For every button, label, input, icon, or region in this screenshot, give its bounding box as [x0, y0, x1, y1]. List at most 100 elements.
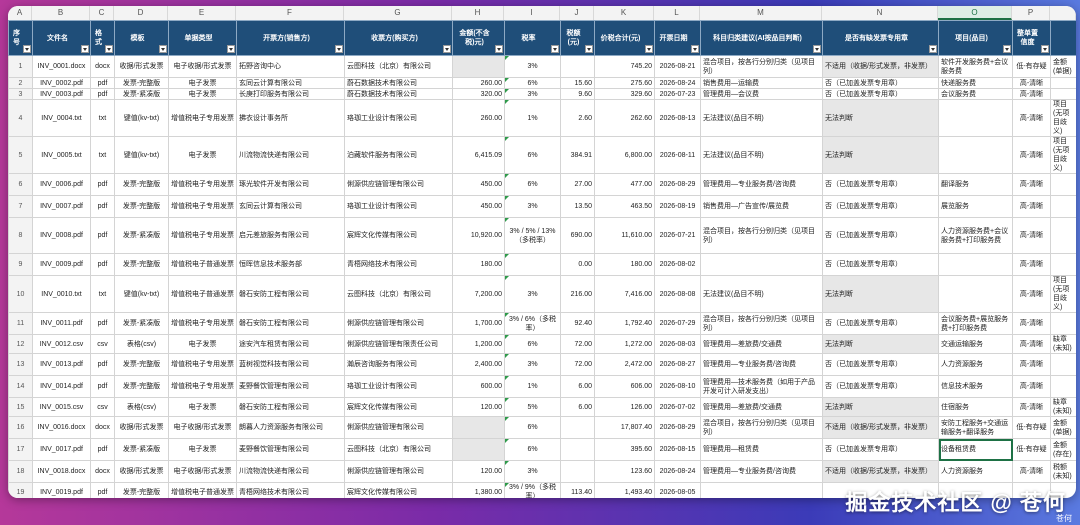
cell-type[interactable]: 增值税电子专用发票	[168, 195, 237, 218]
cell-fmt[interactable]: pdf	[90, 253, 115, 276]
cell-conf[interactable]: 高-清晰	[1012, 77, 1051, 89]
cell-tax[interactable]: 72.00	[560, 334, 595, 354]
cell-amt[interactable]: 180.00	[452, 253, 505, 276]
cell-type[interactable]: 电子收据/形式发票	[168, 416, 237, 439]
cell-file[interactable]: INV_0016.docx	[32, 416, 91, 439]
cell-conf[interactable]: 高-清晰	[1012, 312, 1051, 335]
cell-buyer[interactable]: 青梧网络技术有限公司	[344, 253, 453, 276]
cell-buyer[interactable]: 宸辉文化传媒有限公司	[344, 397, 453, 417]
cell-seller[interactable]: 川流物流快递有限公司	[236, 136, 345, 174]
cell-rate[interactable]: 6%	[504, 136, 561, 174]
cell-file[interactable]: INV_0017.pdf	[32, 438, 91, 461]
cell-fmt[interactable]: docx	[90, 460, 115, 483]
column-letter-K[interactable]: K	[594, 6, 654, 20]
column-letter-I[interactable]: I	[504, 6, 560, 20]
header-cell[interactable]: 税率	[504, 20, 561, 56]
cell-file[interactable]: INV_0014.pdf	[32, 375, 91, 398]
cell-item[interactable]: 人力资源服务费+会议服务费+打印服务费	[938, 217, 1013, 254]
filter-dropdown-icon[interactable]	[691, 45, 699, 53]
cell-amt[interactable]: 120.00	[452, 397, 505, 417]
cell-cat[interactable]: 混合项目，按各行分别归类（见项目列）	[700, 55, 823, 78]
filter-dropdown-icon[interactable]	[23, 45, 31, 53]
cell-extra[interactable]	[1050, 88, 1076, 100]
cell-n[interactable]: 6	[8, 173, 33, 196]
cell-item[interactable]: 人力资源服务	[938, 460, 1013, 483]
cell-total[interactable]: 1,493.40	[594, 482, 655, 498]
cell-rate[interactable]: 6%	[504, 438, 561, 461]
cell-tax[interactable]: 6.00	[560, 375, 595, 398]
cell-conf[interactable]: 高-清晰	[1012, 334, 1051, 354]
header-cell[interactable]: 开票日期	[654, 20, 701, 56]
cell-tpl[interactable]: 表格(csv)	[114, 334, 169, 354]
column-letter-P[interactable]: P	[1012, 6, 1050, 20]
cell-total[interactable]: 1,792.40	[594, 312, 655, 335]
cell-extra[interactable]: 金额(单据)	[1050, 55, 1076, 78]
cell-file[interactable]: INV_0015.csv	[32, 397, 91, 417]
column-letter-O[interactable]: O	[938, 6, 1012, 20]
cell-file[interactable]: INV_0009.pdf	[32, 253, 91, 276]
cell-rate[interactable]: 5%	[504, 397, 561, 417]
cell-total[interactable]: 1,272.00	[594, 334, 655, 354]
cell-seal[interactable]: 否（已加盖发票专用章）	[822, 375, 939, 398]
cell-conf[interactable]: 高-清晰	[1012, 253, 1051, 276]
cell-tpl[interactable]: 收据/形式发票	[114, 55, 169, 78]
cell-tax[interactable]	[560, 460, 595, 483]
cell-buyer[interactable]: 泊藏软件服务有限公司	[344, 136, 453, 174]
cell-buyer[interactable]: 俐源供应链管理有限责任公司	[344, 334, 453, 354]
cell-total[interactable]: 606.00	[594, 375, 655, 398]
cell-cat[interactable]: 管理费用—差旅费/交通费	[700, 334, 823, 354]
cell-extra[interactable]: 金额(单据)	[1050, 416, 1076, 439]
cell-file[interactable]: INV_0005.txt	[32, 136, 91, 174]
cell-total[interactable]: 463.50	[594, 195, 655, 218]
filter-dropdown-icon[interactable]	[105, 45, 113, 53]
cell-cat[interactable]: 混合项目，按各行分别归类（见项目列）	[700, 217, 823, 254]
cell-file[interactable]: INV_0018.docx	[32, 460, 91, 483]
cell-n[interactable]: 7	[8, 195, 33, 218]
cell-amt[interactable]: 320.00	[452, 88, 505, 100]
cell-amt[interactable]: 600.00	[452, 375, 505, 398]
cell-n[interactable]: 10	[8, 275, 33, 313]
cell-total[interactable]: 262.60	[594, 99, 655, 137]
cell-cat[interactable]: 管理费用—会议费	[700, 88, 823, 100]
cell-seller[interactable]: 琢光软件开发有限公司	[236, 173, 345, 196]
cell-buyer[interactable]: 俐源供应链管理有限公司	[344, 173, 453, 196]
cell-buyer[interactable]: 云图科技（北京）有限公司	[344, 438, 453, 461]
cell-tax[interactable]: 72.00	[560, 353, 595, 376]
cell-amt[interactable]: 2,400.00	[452, 353, 505, 376]
cell-n[interactable]: 15	[8, 397, 33, 417]
cell-buyer[interactable]: 宸辉文化传媒有限公司	[344, 217, 453, 254]
cell-seal[interactable]: 否（已加盖发票专用章）	[822, 253, 939, 276]
cell-extra[interactable]: 税额(未知)	[1050, 460, 1076, 483]
cell-amt[interactable]: 6,415.09	[452, 136, 505, 174]
cell-date[interactable]: 2026-08-29	[654, 416, 701, 439]
cell-tax[interactable]: 216.00	[560, 275, 595, 313]
header-cell[interactable]: 格式	[90, 20, 115, 56]
cell-fmt[interactable]: csv	[90, 397, 115, 417]
cell-type[interactable]: 电子发票	[168, 438, 237, 461]
cell-type[interactable]: 电子收据/形式发票	[168, 460, 237, 483]
cell-date[interactable]: 2026-08-24	[654, 460, 701, 483]
cell-file[interactable]: INV_0012.csv	[32, 334, 91, 354]
header-cell[interactable]: 序号	[8, 20, 33, 56]
cell-extra[interactable]: 项目(无项目歧义)	[1050, 136, 1076, 174]
cell-tax[interactable]	[560, 55, 595, 78]
cell-date[interactable]: 2026-08-02	[654, 253, 701, 276]
cell-type[interactable]: 增值税电子专用发票	[168, 312, 237, 335]
cell-tpl[interactable]: 发票-完整版	[114, 353, 169, 376]
cell-n[interactable]: 11	[8, 312, 33, 335]
cell-type[interactable]: 电子发票	[168, 397, 237, 417]
cell-tpl[interactable]: 收据/形式发票	[114, 416, 169, 439]
cell-seal[interactable]: 否（已加盖发票专用章）	[822, 77, 939, 89]
cell-buyer[interactable]: 珞珈工业设计有限公司	[344, 99, 453, 137]
cell-buyer[interactable]: 云图科技（北京）有限公司	[344, 275, 453, 313]
cell-rate[interactable]: 6%	[504, 77, 561, 89]
cell-tpl[interactable]: 发票-紧凑版	[114, 88, 169, 100]
cell-tpl[interactable]: 收据/形式发票	[114, 460, 169, 483]
cell-seal[interactable]: 不适用（收据/形式发票，非发票）	[822, 416, 939, 439]
cell-date[interactable]: 2026-08-05	[654, 482, 701, 498]
header-cell[interactable]: 文件名	[32, 20, 91, 56]
cell-seller[interactable]: 麦野餐饮管理有限公司	[236, 375, 345, 398]
cell-amt[interactable]: 260.00	[452, 77, 505, 89]
column-letter-E[interactable]: E	[168, 6, 236, 20]
cell-seller[interactable]: 玄同云计算有限公司	[236, 77, 345, 89]
